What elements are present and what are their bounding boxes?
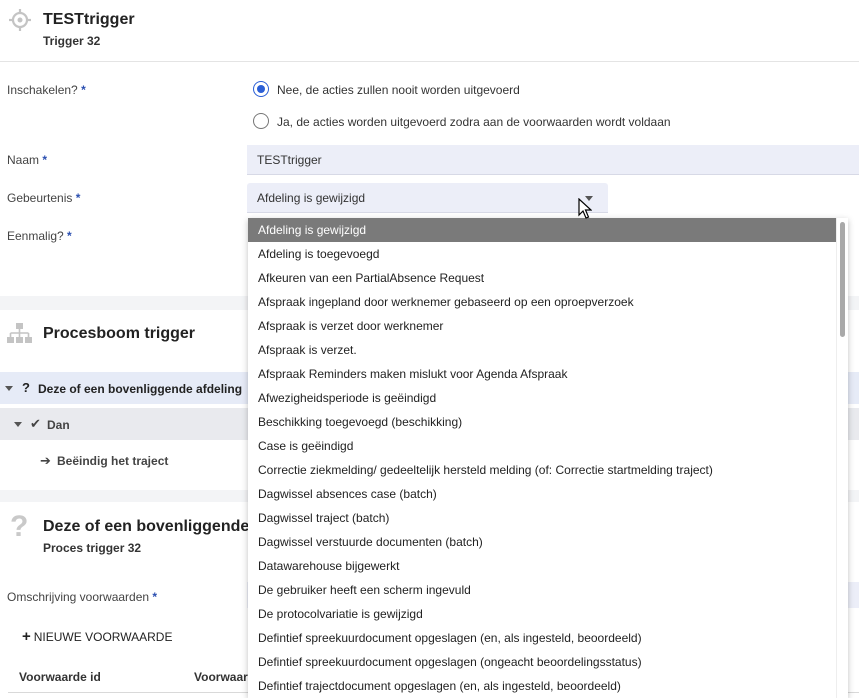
name-field[interactable]: TESTtrigger: [247, 145, 859, 175]
dropdown-option[interactable]: Afspraak Reminders maken mislukt voor Ag…: [248, 362, 836, 386]
event-label: Gebeurtenis *: [7, 191, 81, 205]
tree-node-condition-label[interactable]: Deze of een bovenliggende afdeling: [38, 382, 242, 396]
once-label: Eenmalig? *: [7, 229, 72, 243]
required-mark: *: [81, 83, 86, 97]
dropdown-option[interactable]: Defintief spreekuurdocument opgeslagen (…: [248, 626, 836, 650]
radio-no-label[interactable]: Nee, de acties zullen nooit worden uitge…: [277, 83, 520, 97]
page-title: TESTtrigger: [43, 11, 135, 28]
tree-node-action-label[interactable]: Beëindig het traject: [57, 454, 168, 468]
event-dropdown-list[interactable]: Afdeling is gewijzigd Afdeling is toegevo…: [248, 218, 848, 698]
tree-node-then-label[interactable]: Dan: [47, 418, 70, 432]
dropdown-option[interactable]: Afspraak is verzet door werknemer: [248, 314, 836, 338]
enable-label: Inschakelen? *: [7, 83, 86, 97]
mouse-cursor-icon: [578, 198, 592, 219]
new-condition-button[interactable]: + NIEUWE VOORWAARDE: [22, 628, 172, 645]
event-select-value: Afdeling is gewijzigd: [257, 191, 366, 205]
dropdown-option[interactable]: Dagwissel traject (batch): [248, 506, 836, 530]
header-divider: [0, 61, 859, 62]
dropdown-option[interactable]: Afdeling is toegevoegd: [248, 242, 836, 266]
trigger-page: TESTtrigger Trigger 32 Inschakelen? * Ne…: [0, 0, 859, 698]
column-header-condition[interactable]: Voorwaar: [194, 670, 248, 684]
name-label: Naam *: [7, 153, 48, 167]
dropdown-option[interactable]: De gebruiker heeft een scherm ingevuld: [248, 578, 836, 602]
question-icon: ?: [22, 380, 30, 395]
condition-title: Deze of een bovenliggende a: [43, 518, 263, 535]
scrollbar-thumb[interactable]: [840, 222, 845, 337]
dropdown-option[interactable]: Afkeuren van een PartialAbsence Request: [248, 266, 836, 290]
event-select[interactable]: Afdeling is gewijzigd: [247, 183, 608, 213]
description-label: Omschrijving voorwaarden *: [7, 590, 158, 604]
radio-no[interactable]: [253, 81, 269, 97]
arrow-right-icon: ➔: [40, 453, 51, 468]
process-tree-title: Procesboom trigger: [43, 325, 196, 342]
question-icon: ?: [10, 510, 29, 543]
dropdown-option[interactable]: Dagwissel absences case (batch): [248, 482, 836, 506]
dropdown-option[interactable]: Datawarehouse bijgewerkt: [248, 554, 836, 578]
sitemap-icon: [7, 323, 32, 343]
chevron-down-icon[interactable]: [14, 422, 22, 427]
dropdown-option[interactable]: Defintief trajectdocument opgeslagen (en…: [248, 674, 836, 698]
dropdown-option[interactable]: Defintief spreekuurdocument opgeslagen (…: [248, 650, 836, 674]
condition-subtitle: Proces trigger 32: [43, 541, 142, 555]
dropdown-option[interactable]: Afwezigheidsperiode is geëindigd: [248, 386, 836, 410]
page-subtitle: Trigger 32: [43, 34, 101, 48]
check-icon: ✔: [30, 416, 41, 431]
crosshair-icon: [9, 9, 31, 31]
dropdown-option[interactable]: Beschikking toegevoegd (beschikking): [248, 410, 836, 434]
radio-yes[interactable]: [253, 113, 269, 129]
dropdown-option[interactable]: Afspraak ingepland door werknemer gebase…: [248, 290, 836, 314]
dropdown-option[interactable]: Correctie ziekmelding/ gedeeltelijk hers…: [248, 458, 836, 482]
column-header-id[interactable]: Voorwaarde id: [19, 670, 101, 684]
dropdown-option[interactable]: Afdeling is gewijzigd: [248, 218, 836, 242]
dropdown-option[interactable]: De protocolvariatie is gewijzigd: [248, 602, 836, 626]
dropdown-option[interactable]: Case is geëindigd: [248, 434, 836, 458]
dropdown-scrollbar[interactable]: [836, 218, 848, 698]
plus-icon: +: [22, 628, 31, 645]
dropdown-option[interactable]: Afspraak is verzet.: [248, 338, 836, 362]
radio-yes-label[interactable]: Ja, de acties worden uitgevoerd zodra aa…: [277, 115, 671, 129]
dropdown-option[interactable]: Dagwissel verstuurde documenten (batch): [248, 530, 836, 554]
chevron-down-icon[interactable]: [5, 386, 13, 391]
